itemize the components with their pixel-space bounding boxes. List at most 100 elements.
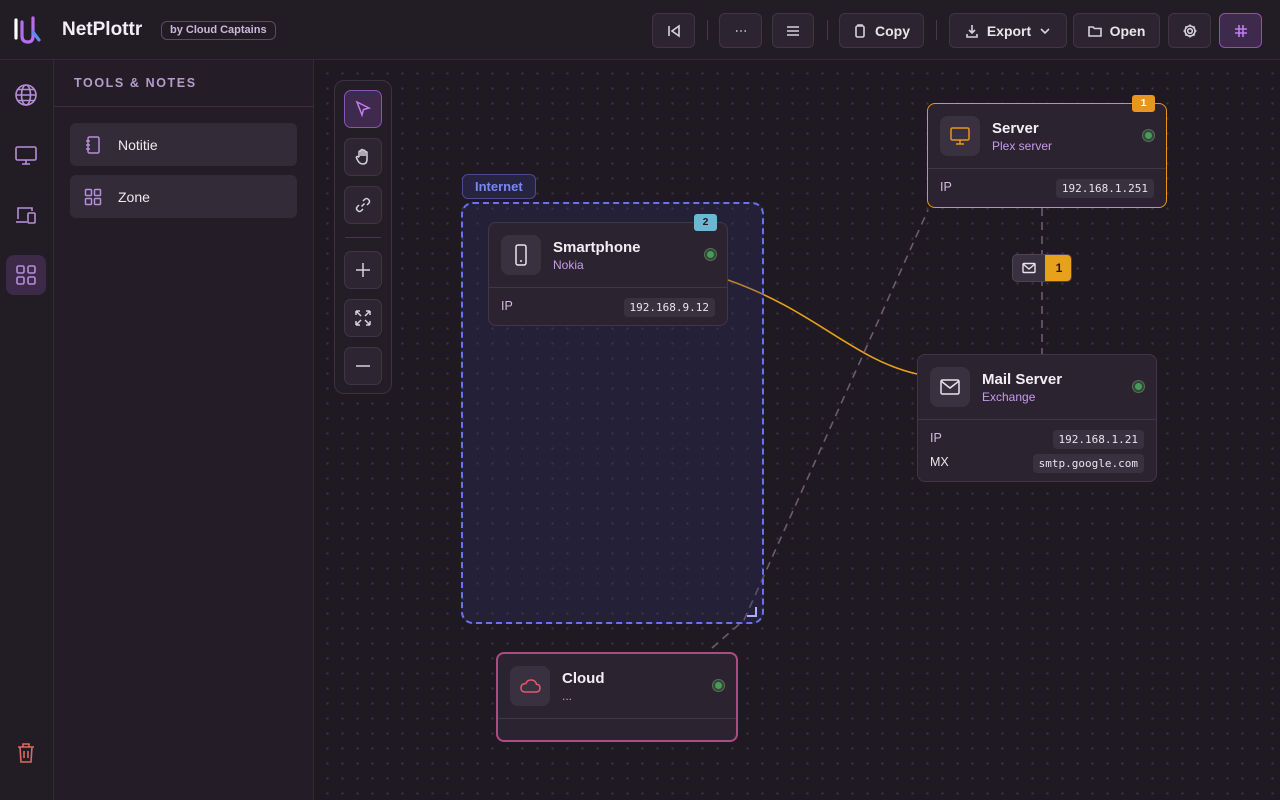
tool-item-notitie[interactable]: Notitie (70, 123, 297, 166)
prop-key: IP (501, 299, 513, 313)
prop-value[interactable]: smtp.google.com (1032, 454, 1144, 473)
node-divider (498, 718, 736, 719)
node-cloud[interactable]: Cloud ... (496, 652, 738, 742)
smartphone-icon (515, 244, 527, 266)
copy-button[interactable]: Copy (839, 13, 924, 48)
node-divider (918, 419, 1156, 420)
toolbar-separator (936, 20, 937, 40)
tools-panel: TOOLS & NOTES Notitie Zone (54, 60, 314, 800)
settings-button[interactable] (1168, 13, 1211, 48)
devices-icon (16, 207, 36, 224)
node-icon (930, 367, 970, 407)
panel-divider (54, 106, 314, 107)
prop-value[interactable]: 192.168.1.21 (1052, 430, 1144, 449)
back-button[interactable] (652, 13, 695, 48)
gear-icon (1183, 24, 1196, 37)
apps-grid-icon (16, 265, 36, 285)
tool-item-zone[interactable]: Zone (70, 175, 297, 218)
skip-back-icon (667, 23, 680, 38)
fit-view-button[interactable] (344, 299, 382, 337)
status-indicator (705, 249, 716, 260)
trash-icon (18, 743, 34, 763)
panel-title: TOOLS & NOTES (74, 76, 197, 90)
node-icon (940, 116, 980, 156)
left-rail (0, 60, 54, 800)
node-count-badge: 1 (1132, 95, 1155, 112)
node-subtitle: Plex server (992, 139, 1053, 153)
notebook-icon (86, 135, 100, 154)
envelope-icon (1013, 255, 1045, 281)
ellipsis-icon (735, 29, 746, 32)
zoom-in-button[interactable] (344, 251, 382, 289)
prop-key: IP (930, 431, 942, 445)
monitor-icon (950, 127, 970, 145)
zoom-out-icon (356, 365, 370, 367)
node-title: Mail Server (982, 371, 1063, 388)
tool-item-label: Zone (118, 188, 150, 205)
netplottr-logo (14, 16, 41, 44)
node-subtitle: Nokia (553, 258, 584, 272)
node-divider (928, 168, 1166, 169)
node-title: Cloud (562, 670, 605, 687)
zone-resize-handle[interactable] (747, 607, 757, 617)
rail-internet-button[interactable] (6, 75, 46, 115)
rail-trash-button[interactable] (6, 733, 46, 773)
tool-item-label: Notitie (118, 136, 158, 153)
canvas-toolbar (334, 80, 392, 394)
node-mail-server[interactable]: Mail Server Exchange IP 192.168.1.21 MX … (917, 354, 1157, 482)
prop-key: IP (940, 180, 952, 194)
mail-icon (940, 379, 960, 395)
canvas-toolbar-separator (345, 237, 381, 238)
copy-label: Copy (875, 22, 910, 39)
grid-icon (1234, 24, 1247, 37)
pointer-icon (355, 100, 372, 118)
message-count: 1 (1045, 255, 1071, 281)
status-indicator (1133, 381, 1144, 392)
zoom-out-button[interactable] (344, 347, 382, 385)
prop-key: MX (930, 455, 949, 469)
toolbar-separator (707, 20, 708, 40)
hamburger-icon (787, 25, 799, 36)
by-badge[interactable]: by Cloud Captains (161, 21, 276, 40)
rail-hardware-button[interactable] (6, 195, 46, 235)
node-icon (501, 235, 541, 275)
prop-value[interactable]: 192.168.1.251 (1055, 179, 1154, 198)
globe-icon (15, 84, 37, 106)
open-button[interactable]: Open (1073, 13, 1160, 48)
export-label: Export (986, 22, 1032, 39)
pointer-tool-button[interactable] (344, 90, 382, 128)
monitor-icon (15, 146, 37, 165)
node-title: Server (992, 120, 1039, 137)
rail-tools-button[interactable] (6, 255, 46, 295)
more-button[interactable] (719, 13, 762, 48)
toolbar-separator (827, 20, 828, 40)
zone-grid-icon (84, 188, 102, 205)
link-tool-button[interactable] (344, 186, 382, 224)
app-title: NetPlottr (62, 19, 143, 40)
diagram-canvas[interactable]: Internet Smartphone Nokia 2 IP 192.168.9… (314, 60, 1280, 800)
node-divider (489, 287, 727, 288)
folder-icon (1087, 25, 1102, 37)
node-title: Smartphone (553, 239, 641, 256)
node-smartphone[interactable]: Smartphone Nokia 2 IP 192.168.9.12 (488, 214, 728, 326)
zone-label[interactable]: Internet (462, 174, 536, 199)
export-button[interactable]: Export (949, 13, 1067, 48)
status-indicator (1143, 130, 1154, 141)
open-label: Open (1109, 22, 1146, 39)
download-icon (966, 24, 978, 38)
cloud-icon (520, 679, 541, 693)
fit-icon (355, 310, 371, 326)
clipboard-icon (855, 23, 865, 38)
menu-button[interactable] (772, 13, 814, 48)
chevron-down-icon (1040, 27, 1050, 34)
prop-value[interactable]: 192.168.9.12 (623, 298, 715, 317)
rail-devices-button[interactable] (6, 135, 46, 175)
top-bar: NetPlottr by Cloud Captains Copy Export … (0, 0, 1280, 60)
pan-tool-button[interactable] (344, 138, 382, 176)
hand-icon (355, 148, 368, 165)
status-indicator (713, 680, 724, 691)
node-server[interactable]: Server Plex server 1 IP 192.168.1.251 (927, 95, 1167, 208)
node-subtitle: Exchange (982, 390, 1036, 404)
grid-toggle-button[interactable] (1219, 13, 1262, 48)
message-badge[interactable]: 1 (1012, 254, 1072, 282)
